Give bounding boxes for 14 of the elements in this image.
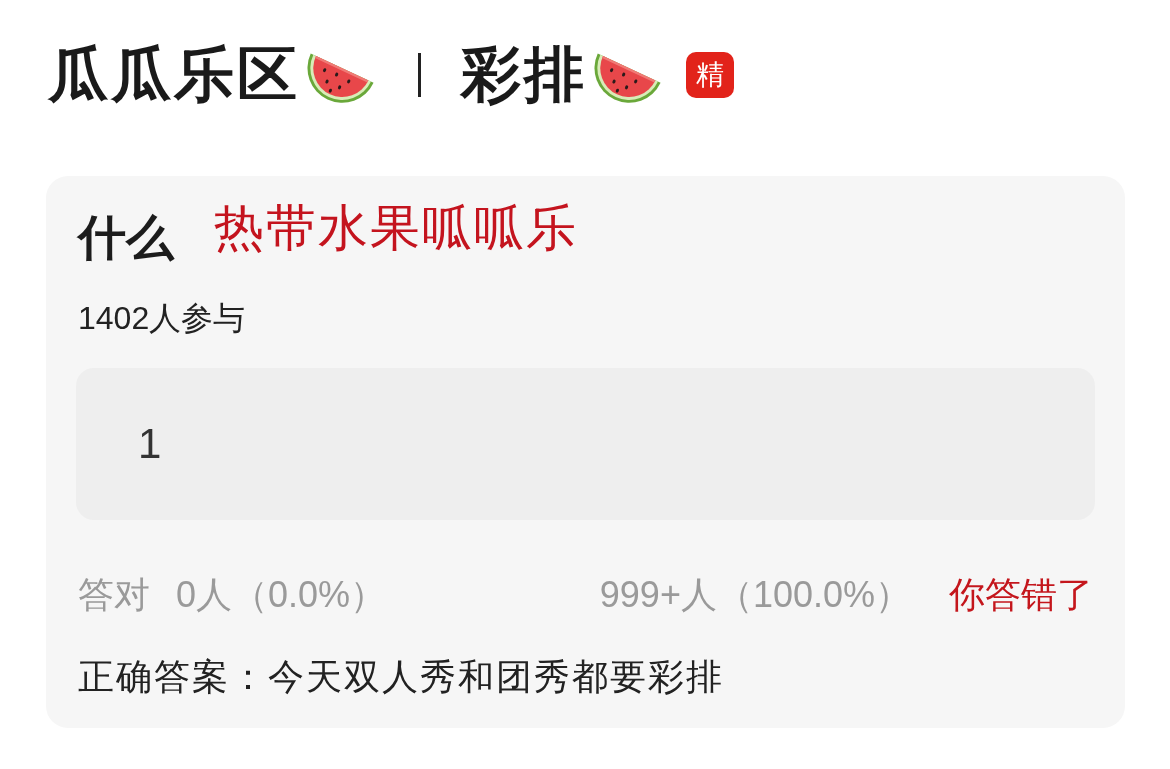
featured-badge: 精 — [686, 52, 734, 98]
wrong-count: 999+人（100.0%） — [599, 573, 911, 617]
correct-label: 答对 — [78, 573, 150, 617]
correct-answer-text: 正确答案：今天双人秀和团秀都要彩排 — [78, 655, 724, 699]
result-text: 你答错了 — [949, 573, 1093, 617]
title-text: 瓜瓜乐区 — [48, 45, 300, 105]
overlay-text: 热带水果呱呱乐 — [214, 199, 578, 258]
correct-count: 0人（0.0%） — [176, 573, 387, 617]
title-text: 彩排 — [461, 45, 587, 105]
watermelon-slice-icon — [593, 52, 663, 104]
participant-count: 1402人参与 — [78, 299, 246, 338]
question-text: 什么 — [78, 210, 174, 266]
answer-box: 1 — [76, 368, 1095, 520]
watermelon-slice-icon — [306, 52, 376, 104]
